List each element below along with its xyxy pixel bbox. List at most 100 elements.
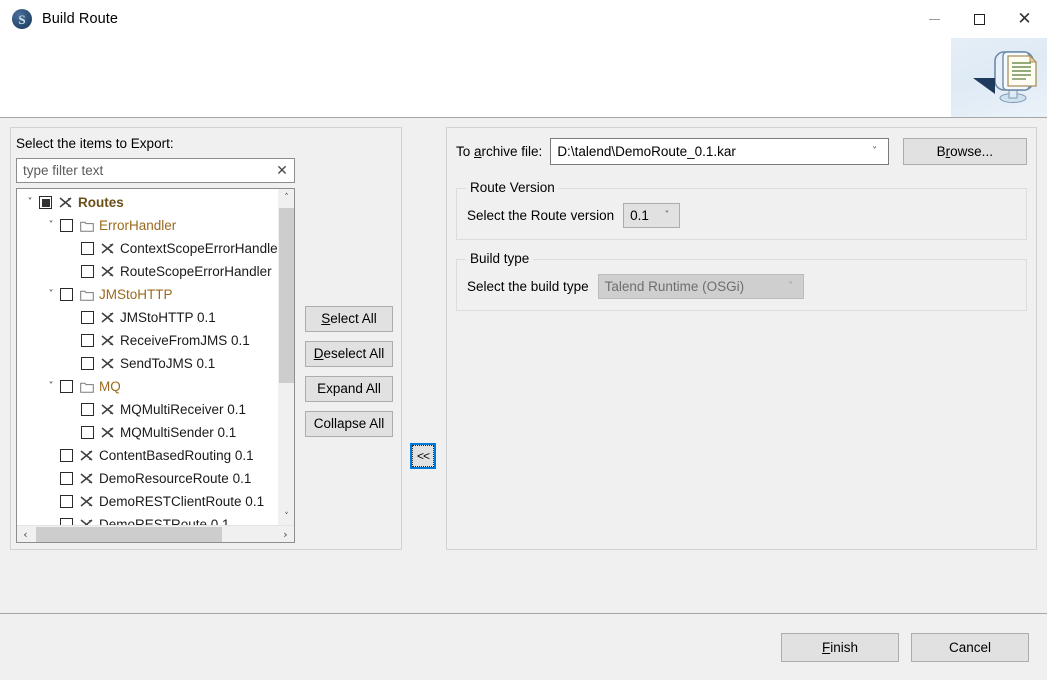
tree-row[interactable]: ˅ ErrorHandler xyxy=(17,214,277,237)
filter-input[interactable]: type filter text xyxy=(17,163,270,178)
tree-item-checkbox[interactable] xyxy=(81,334,94,347)
chevron-down-icon: ˅ xyxy=(779,281,803,292)
archive-file-value[interactable]: D:\talend\DemoRoute_0.1.kar xyxy=(551,144,861,159)
tree-row[interactable]: ˅JMStoHTTP xyxy=(17,283,277,306)
tree-item-label: ErrorHandler xyxy=(99,218,176,233)
tree-row[interactable]: RouteScopeErrorHandler xyxy=(17,260,277,283)
deselect-all-label: eselect All xyxy=(323,346,384,361)
tree-item-checkbox[interactable] xyxy=(60,219,73,232)
select-all-button[interactable]: Select All xyxy=(305,306,393,332)
build-type-combo: Talend Runtime (OSGi) ˅ xyxy=(598,274,804,299)
tree-item-checkbox[interactable] xyxy=(81,426,94,439)
browse-button[interactable]: Browse... xyxy=(903,138,1027,165)
expand-collapse-icon[interactable]: ˅ xyxy=(42,290,60,300)
chevron-down-icon[interactable]: ˅ xyxy=(655,210,679,221)
tree-item-checkbox[interactable] xyxy=(60,288,73,301)
tree-spacer xyxy=(42,451,60,461)
tree-item-checkbox[interactable] xyxy=(60,495,73,508)
collapse-all-button[interactable]: Collapse All xyxy=(305,411,393,437)
tree-item-label: Routes xyxy=(78,195,124,210)
tree-row[interactable]: SendToJMS 0.1 xyxy=(17,352,277,375)
close-button[interactable]: ✕ xyxy=(1002,0,1047,38)
tree-item-label: ReceiveFromJMS 0.1 xyxy=(120,333,250,348)
tree-item-label: DemoRESTClientRoute 0.1 xyxy=(99,494,264,509)
tree-action-buttons: Select All Deselect All Expand All Colla… xyxy=(305,306,393,446)
tree-item-label: MQMultiReceiver 0.1 xyxy=(120,402,246,417)
route-icon xyxy=(99,426,117,439)
tree-item-checkbox[interactable] xyxy=(60,472,73,485)
scroll-right-icon[interactable]: › xyxy=(277,526,294,543)
tree-vertical-scrollbar[interactable]: ˄ ˅ xyxy=(277,189,294,525)
tree-item-label: MQ xyxy=(99,379,121,394)
finish-button[interactable]: Finish xyxy=(781,633,899,662)
dialog-body: Select the items to Export: type filter … xyxy=(0,118,1047,613)
tree-row[interactable]: JMStoHTTP 0.1 xyxy=(17,306,277,329)
tree-row[interactable]: MQMultiReceiver 0.1 xyxy=(17,398,277,421)
route-icon xyxy=(57,196,75,209)
tree-item-checkbox[interactable] xyxy=(60,380,73,393)
expand-all-button[interactable]: Expand All xyxy=(305,376,393,402)
scroll-down-icon[interactable]: ˅ xyxy=(278,508,295,525)
tree-item-list[interactable]: ˅ Routes ˅ ErrorHandler ContextScopeErrorHa… xyxy=(17,189,277,525)
tree-item-checkbox[interactable] xyxy=(81,311,94,324)
route-version-combo[interactable]: 0.1 ˅ xyxy=(623,203,680,228)
window-controls: ✕ xyxy=(912,0,1047,38)
scroll-up-icon[interactable]: ˄ xyxy=(278,189,295,206)
expand-collapse-icon[interactable]: ˅ xyxy=(42,221,60,231)
route-version-value[interactable]: 0.1 xyxy=(624,208,655,223)
horizontal-scroll-thumb[interactable] xyxy=(36,527,222,542)
tree-item-checkbox[interactable] xyxy=(81,357,94,370)
title-bar: S Build Route ✕ xyxy=(0,0,1047,38)
tree-item-checkbox[interactable] xyxy=(81,403,94,416)
cancel-button[interactable]: Cancel xyxy=(911,633,1029,662)
tree-row[interactable]: DemoRESTClientRoute 0.1 xyxy=(17,490,277,513)
filter-input-wrapper[interactable]: type filter text ✕ xyxy=(16,158,295,183)
tree-item-label: DemoResourceRoute 0.1 xyxy=(99,471,251,486)
dialog-banner xyxy=(0,38,1047,118)
tree-row[interactable]: ˅ MQ xyxy=(17,375,277,398)
tree-row[interactable]: ContentBasedRouting 0.1 xyxy=(17,444,277,467)
route-icon xyxy=(99,242,117,255)
tree-row[interactable]: ˅ Routes xyxy=(17,191,277,214)
items-tree[interactable]: ˅ Routes ˅ ErrorHandler ContextScopeErrorHa… xyxy=(16,188,295,543)
build-route-dialog: S Build Route ✕ xyxy=(0,0,1047,680)
tree-spacer xyxy=(63,405,81,415)
deselect-all-button[interactable]: Deselect All xyxy=(305,341,393,367)
expand-collapse-icon[interactable]: ˅ xyxy=(42,382,60,392)
chevron-down-icon[interactable]: ˅ xyxy=(862,146,888,157)
route-icon xyxy=(78,495,96,508)
tree-item-label: DemoRESTRoute 0.1 xyxy=(99,517,230,525)
tree-item-checkbox[interactable] xyxy=(39,196,52,209)
minimize-button[interactable] xyxy=(912,0,957,38)
tree-item-checkbox[interactable] xyxy=(81,242,94,255)
build-type-group: Build type Select the build type Talend … xyxy=(456,259,1027,311)
tree-item-checkbox[interactable] xyxy=(60,518,73,525)
export-items-heading: Select the items to Export: xyxy=(16,136,174,151)
window-title: Build Route xyxy=(42,11,118,27)
tree-row[interactable]: ContextScopeErrorHandler xyxy=(17,237,277,260)
clear-filter-icon[interactable]: ✕ xyxy=(270,164,294,178)
tree-row[interactable]: DemoRESTRoute 0.1 xyxy=(17,513,277,525)
tree-inner: ˅ Routes ˅ ErrorHandler ContextScopeErrorHa… xyxy=(17,189,294,525)
tree-item-checkbox[interactable] xyxy=(60,449,73,462)
tree-item-checkbox[interactable] xyxy=(81,265,94,278)
expand-collapse-icon[interactable]: ˅ xyxy=(21,198,39,208)
folder-icon xyxy=(78,381,96,393)
tree-spacer xyxy=(63,267,81,277)
build-type-label: Select the build type xyxy=(467,279,589,294)
scroll-left-icon[interactable]: ‹ xyxy=(17,526,34,543)
tree-row[interactable]: ReceiveFromJMS 0.1 xyxy=(17,329,277,352)
tree-horizontal-scrollbar[interactable]: ‹ › xyxy=(17,525,294,542)
tree-row[interactable]: DemoResourceRoute 0.1 xyxy=(17,467,277,490)
maximize-button[interactable] xyxy=(957,0,1002,38)
maximize-icon xyxy=(974,14,985,25)
select-all-mnemonic: S xyxy=(321,311,330,326)
tree-row[interactable]: MQMultiSender 0.1 xyxy=(17,421,277,444)
dialog-footer: Finish Cancel xyxy=(0,613,1047,680)
vertical-scroll-thumb[interactable] xyxy=(279,208,294,383)
deselect-all-mnemonic: D xyxy=(314,346,324,361)
collapse-panel-button[interactable]: << xyxy=(410,443,436,469)
route-version-label: Select the Route version xyxy=(467,208,614,223)
tree-item-label: ContextScopeErrorHandler xyxy=(120,241,277,256)
archive-file-combo[interactable]: D:\talend\DemoRoute_0.1.kar ˅ xyxy=(550,138,888,165)
